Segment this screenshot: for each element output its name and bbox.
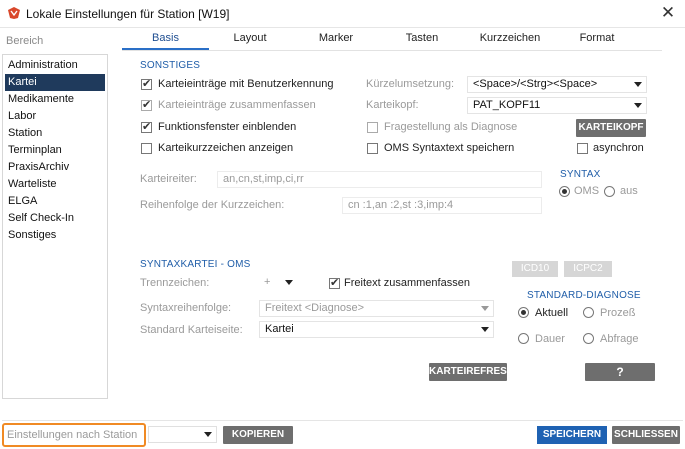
checkbox-fragestellung[interactable] bbox=[367, 122, 378, 133]
label-diagnose-aktuell: Aktuell bbox=[535, 307, 569, 319]
section-heading-syntaxkartei: SYNTAXKARTEI - OMS bbox=[140, 259, 251, 270]
label-standard-karteiseite: Standard Karteiseite: bbox=[140, 324, 243, 336]
label-oms-syntaxtext: OMS Syntaxtext speichern bbox=[384, 142, 515, 154]
sidebar-heading: Bereich bbox=[6, 35, 44, 47]
label-funktionsfenster: Funktionsfenster einblenden bbox=[158, 121, 297, 133]
label-diagnose-prozess: Prozeß bbox=[600, 307, 636, 319]
sidebar: Administration Kartei Medikamente Labor … bbox=[2, 54, 108, 399]
section-heading-standard-diagnose: STANDARD-DIAGNOSE bbox=[527, 290, 641, 301]
footer-divider bbox=[2, 420, 683, 421]
help-button[interactable]: ? bbox=[585, 363, 655, 381]
karteikopf-dropdown[interactable]: PAT_KOPF11 bbox=[467, 97, 647, 114]
label-reihenfolge: Reihenfolge der Kurzzeichen: bbox=[140, 199, 285, 211]
checkbox-zusammenfassen[interactable] bbox=[141, 98, 152, 111]
label-trennzeichen: Trennzeichen: bbox=[140, 277, 210, 289]
speichern-button[interactable]: SPEICHERN bbox=[537, 426, 607, 444]
section-heading-syntax: SYNTAX bbox=[560, 169, 601, 180]
kuerzelumsetzung-dropdown[interactable]: <Space>/<Strg><Space> bbox=[467, 76, 647, 93]
checkbox-freitext[interactable] bbox=[329, 276, 340, 289]
chevron-down-icon bbox=[204, 432, 212, 437]
karteikopf-button[interactable]: KARTEIKOPF bbox=[576, 119, 646, 137]
label-karteireiter: Karteireiter: bbox=[140, 173, 197, 185]
label-zusammenfassen: Karteieinträge zusammenfassen bbox=[158, 99, 316, 111]
close-icon[interactable]: ✕ bbox=[659, 4, 677, 22]
reihenfolge-input[interactable]: cn :1,an :2,st :3,imp:4 bbox=[342, 197, 542, 214]
label-syntaxreihenfolge: Syntaxreihenfolge: bbox=[140, 302, 232, 314]
label-fragestellung: Fragestellung als Diagnose bbox=[384, 121, 518, 133]
checkbox-kurzzeichen-anzeigen[interactable] bbox=[141, 143, 152, 154]
tab-basis[interactable]: Basis bbox=[122, 32, 209, 44]
trennzeichen-dropdown[interactable]: + bbox=[259, 275, 297, 292]
radio-diagnose-aktuell[interactable] bbox=[518, 307, 529, 318]
radio-diagnose-abfrage[interactable] bbox=[583, 333, 594, 344]
radio-diagnose-dauer[interactable] bbox=[518, 333, 529, 344]
icpc2-button[interactable]: ICPC2 bbox=[564, 261, 612, 277]
sidebar-item-elga[interactable]: ELGA bbox=[5, 193, 105, 210]
chevron-down-icon bbox=[634, 103, 642, 108]
sidebar-item-medikamente[interactable]: Medikamente bbox=[5, 91, 105, 108]
station-label: Einstellungen nach Station bbox=[7, 429, 138, 441]
label-diagnose-dauer: Dauer bbox=[535, 333, 565, 345]
sidebar-item-sonstiges[interactable]: Sonstiges bbox=[5, 227, 105, 244]
label-diagnose-abfrage: Abfrage bbox=[600, 333, 639, 345]
sidebar-item-terminplan[interactable]: Terminplan bbox=[5, 142, 105, 159]
label-kurzzeichen-anzeigen: Karteikurzzeichen anzeigen bbox=[158, 142, 294, 154]
syntaxreihenfolge-value: Freitext <Diagnose> bbox=[265, 302, 365, 314]
tab-tasten[interactable]: Tasten bbox=[386, 32, 458, 44]
sidebar-item-labor[interactable]: Labor bbox=[5, 108, 105, 125]
checkbox-benutzerkennung[interactable] bbox=[141, 77, 152, 90]
sidebar-item-praxisarchiv[interactable]: PraxisArchiv bbox=[5, 159, 105, 176]
trennzeichen-value: + bbox=[264, 276, 271, 288]
sidebar-item-administration[interactable]: Administration bbox=[5, 57, 105, 74]
station-dropdown[interactable] bbox=[148, 426, 217, 443]
label-asynchron: asynchron bbox=[593, 142, 644, 154]
sidebar-item-warteliste[interactable]: Warteliste bbox=[5, 176, 105, 193]
checkbox-funktionsfenster[interactable] bbox=[141, 120, 152, 133]
section-heading-sonstiges: SONSTIGES bbox=[140, 60, 201, 71]
radio-syntax-oms[interactable] bbox=[559, 186, 570, 197]
label-karteikopf: Karteikopf: bbox=[366, 99, 419, 111]
schliessen-button[interactable]: SCHLIESSEN bbox=[612, 426, 680, 444]
sidebar-item-self-check-in[interactable]: Self Check-In bbox=[5, 210, 105, 227]
checkbox-oms-syntaxtext[interactable] bbox=[367, 143, 378, 154]
app-logo-icon bbox=[8, 7, 20, 19]
label-syntax-aus: aus bbox=[620, 185, 638, 197]
tab-layout[interactable]: Layout bbox=[214, 32, 286, 44]
sidebar-item-kartei[interactable]: Kartei bbox=[5, 74, 105, 91]
radio-syntax-aus[interactable] bbox=[604, 186, 615, 197]
icd10-button[interactable]: ICD10 bbox=[512, 261, 558, 277]
karteireiter-input[interactable]: an,cn,st,imp,ci,rr bbox=[217, 171, 542, 188]
karteikopf-value: PAT_KOPF11 bbox=[473, 99, 541, 111]
label-kuerzelumsetzung: Kürzelumsetzung: bbox=[366, 78, 455, 90]
standard-karteiseite-value: Kartei bbox=[265, 323, 294, 335]
label-syntax-oms: OMS bbox=[574, 185, 600, 197]
chevron-down-icon bbox=[481, 306, 489, 311]
kopieren-button[interactable]: KOPIEREN bbox=[223, 426, 293, 444]
checkbox-asynchron[interactable] bbox=[577, 143, 588, 154]
syntaxreihenfolge-dropdown[interactable]: Freitext <Diagnose> bbox=[259, 300, 494, 317]
label-freitext: Freitext zusammenfassen bbox=[344, 277, 470, 289]
kuerzelumsetzung-value: <Space>/<Strg><Space> bbox=[473, 78, 598, 90]
karteirefresh-button[interactable]: KARTEIREFRESH bbox=[429, 363, 514, 381]
chevron-down-icon bbox=[285, 280, 293, 285]
label-benutzerkennung: Karteieinträge mit Benutzerkennung bbox=[158, 78, 334, 90]
window-title: Lokale Einstellungen für Station [W19] bbox=[26, 7, 230, 21]
standard-karteiseite-dropdown[interactable]: Kartei bbox=[259, 321, 494, 338]
sidebar-item-station[interactable]: Station bbox=[5, 125, 105, 142]
tab-kurzzeichen[interactable]: Kurzzeichen bbox=[470, 32, 550, 44]
chevron-down-icon bbox=[481, 327, 489, 332]
chevron-down-icon bbox=[634, 82, 642, 87]
basis-panel: SONSTIGES Karteieinträge mit Benutzerken… bbox=[122, 51, 662, 395]
tab-marker[interactable]: Marker bbox=[300, 32, 372, 44]
tab-format[interactable]: Format bbox=[562, 32, 632, 44]
radio-diagnose-prozess[interactable] bbox=[583, 307, 594, 318]
